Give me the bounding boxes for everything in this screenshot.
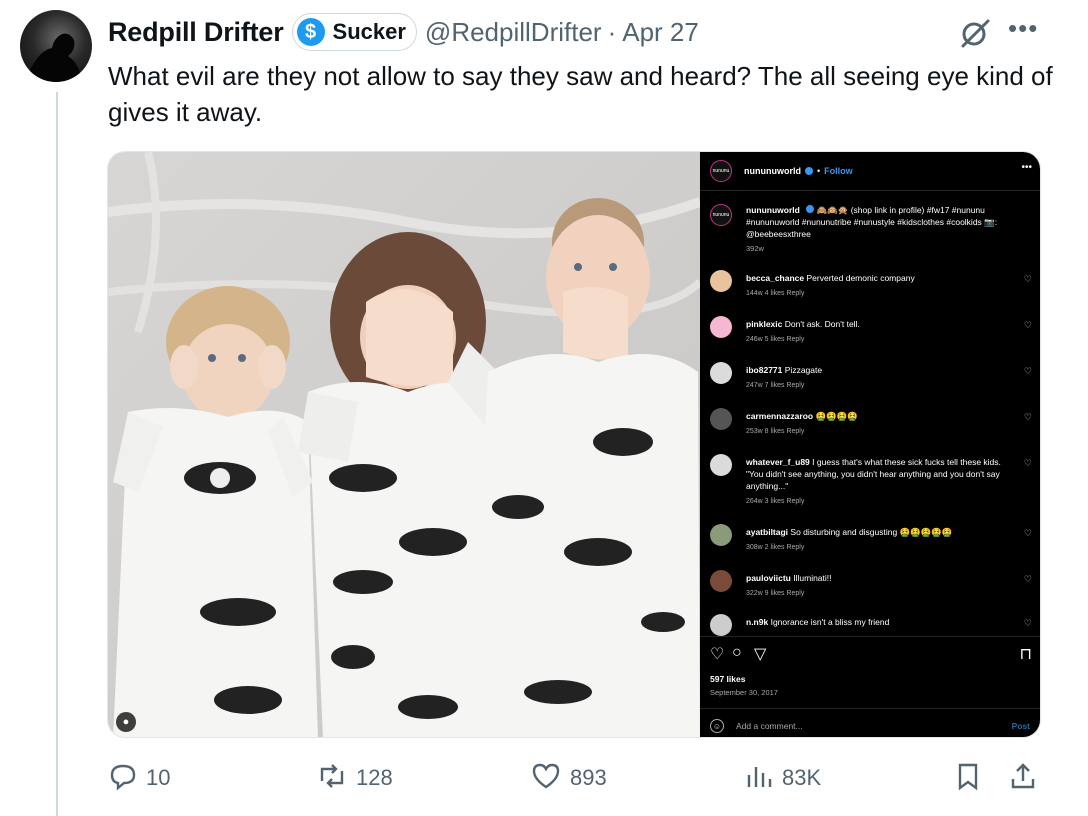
ig-caption-user[interactable]: nununuworld <box>746 205 800 215</box>
ig-comment-avatar[interactable] <box>710 362 732 384</box>
heart-icon[interactable]: ♡ <box>1024 618 1032 629</box>
views-count: 83K <box>782 765 822 790</box>
share-icon[interactable]: ▽ <box>754 644 766 664</box>
bookmark-icon[interactable]: ⊓ <box>1020 644 1032 664</box>
ig-comment-avatar[interactable] <box>710 454 732 476</box>
ig-divider <box>700 636 1040 637</box>
ig-comment-meta[interactable]: 322w 9 likes Reply <box>746 590 804 597</box>
heart-icon[interactable]: ♡ <box>1024 366 1032 377</box>
repost-icon <box>316 761 348 796</box>
comment-icon[interactable]: ○ <box>732 644 742 662</box>
ig-follow-separator: • <box>816 166 821 176</box>
ig-comment-meta[interactable]: 264w 3 likes Reply <box>746 498 804 505</box>
ig-comment-meta[interactable]: 247w 7 likes Reply <box>746 382 804 389</box>
ig-comment-text: pauloviictu Illuminati!! <box>746 573 832 583</box>
ig-post-button[interactable]: Post <box>1012 721 1030 731</box>
user-handle[interactable]: @RedpillDrifter <box>425 17 602 48</box>
ig-comment-avatar[interactable] <box>710 524 732 546</box>
ig-divider <box>700 190 1040 191</box>
ig-comment-meta[interactable]: 144w 4 likes Reply <box>746 290 804 297</box>
ig-caption-avatar[interactable]: nununu <box>710 204 732 226</box>
share-button[interactable] <box>1008 758 1038 798</box>
reply-button[interactable]: 10 <box>108 758 170 798</box>
ig-comment-avatar[interactable] <box>710 570 732 592</box>
ig-like-count[interactable]: 597 likes <box>710 674 745 684</box>
display-name[interactable]: Redpill Drifter <box>108 17 284 48</box>
ig-comment-text: carmennazzaroo 🤮🤮🤮🤮 <box>746 411 858 421</box>
separator: · <box>607 16 617 47</box>
verified-icon <box>804 167 813 175</box>
bookmark-button[interactable] <box>954 758 982 798</box>
ig-header: nununu nununuworld • Follow <box>710 160 853 182</box>
ig-follow-button[interactable]: Follow <box>824 166 853 176</box>
heart-icon[interactable]: ♡ <box>1024 320 1032 331</box>
tweet-text: What evil are they not allow to say they… <box>108 61 1053 127</box>
views-bar-chart-icon <box>744 761 774 796</box>
instagram-panel: nununu nununuworld • Follow ••• nununu n… <box>700 152 1040 737</box>
ig-caption-text: nununuworld 🙈🙉🙊 (shop link in profile) #… <box>746 204 1026 240</box>
ig-comment-avatar[interactable] <box>710 270 732 292</box>
heart-icon[interactable]: ♡ <box>710 644 724 664</box>
ig-comment-text: ayatbiltagi So disturbing and disgusting… <box>746 527 953 537</box>
ig-add-comment[interactable]: ☺ Add a comment... Post <box>710 718 1036 734</box>
ig-comment-text: pinklexic Don't ask. Don't tell. <box>746 319 860 329</box>
ig-account-name[interactable]: nununuworld <box>744 166 801 176</box>
ig-comment-text: n.n9k Ignorance isn't a bliss my friend <box>746 617 890 627</box>
reply-icon <box>108 761 138 796</box>
dollar-sign-icon: $ <box>296 18 325 46</box>
tweet-date[interactable]: Apr 27 <box>622 17 699 48</box>
badge-label: Sucker <box>332 19 406 44</box>
emoji-icon[interactable]: ☺ <box>710 719 724 733</box>
share-icon <box>1008 761 1038 796</box>
ig-comment-avatar[interactable] <box>710 614 732 636</box>
like-count: 893 <box>570 765 607 790</box>
subscriber-badge[interactable]: $ Sucker <box>291 13 417 51</box>
heart-icon[interactable]: ♡ <box>1024 412 1032 423</box>
reply-count: 10 <box>146 765 171 790</box>
ig-post-date: September 30, 2017 <box>710 688 778 697</box>
heart-icon[interactable]: ♡ <box>1024 528 1032 539</box>
ig-action-bar: ♡ ○ ▽ ⊓ <box>710 644 1032 666</box>
ig-comment-meta[interactable]: 308w 2 likes Reply <box>746 544 804 551</box>
tagged-person-icon[interactable]: ● <box>116 712 136 732</box>
ig-account-avatar[interactable]: nununu <box>710 160 732 182</box>
views-button[interactable]: 83K <box>744 758 821 798</box>
tweet-header: Redpill Drifter $ Sucker @RedpillDrifter… <box>108 12 699 52</box>
verified-icon <box>806 205 815 213</box>
ig-caption-age: 392w <box>746 244 764 253</box>
tweet-media[interactable]: ● nununu nununuworld • Follow ••• nununu… <box>107 151 1041 738</box>
avatar[interactable] <box>20 10 92 82</box>
ig-comment-meta[interactable]: 253w 8 likes Reply <box>746 428 804 435</box>
ig-more-icon[interactable]: ••• <box>1021 162 1032 173</box>
heart-icon[interactable]: ♡ <box>1024 274 1032 285</box>
ig-comment-text: ibo82771 Pizzagate <box>746 365 823 375</box>
ig-divider <box>700 708 1040 709</box>
ig-comment-text: becca_chance Perverted demonic company <box>746 273 915 283</box>
tweet-action-bar: 10 128 893 83K <box>108 758 1042 798</box>
ig-comment-meta[interactable]: 246w 5 likes Reply <box>746 336 804 343</box>
more-options-icon[interactable]: ••• <box>1008 15 1038 41</box>
thread-line <box>56 92 58 816</box>
heart-icon[interactable]: ♡ <box>1024 574 1032 585</box>
ig-comment-text: whatever_f_u89 I guess that's what these… <box>746 457 1001 491</box>
heart-icon[interactable]: ♡ <box>1024 458 1032 469</box>
ig-add-comment-placeholder[interactable]: Add a comment... <box>736 721 803 731</box>
bookmark-icon <box>954 761 982 796</box>
like-button[interactable]: 893 <box>530 758 607 798</box>
repost-button[interactable]: 128 <box>316 758 393 798</box>
repost-count: 128 <box>356 765 393 790</box>
heart-icon <box>530 761 562 796</box>
grok-icon[interactable] <box>958 16 992 50</box>
kids-photo[interactable]: ● <box>108 152 700 737</box>
ig-comment-avatar[interactable] <box>710 316 732 338</box>
ig-comment-avatar[interactable] <box>710 408 732 430</box>
